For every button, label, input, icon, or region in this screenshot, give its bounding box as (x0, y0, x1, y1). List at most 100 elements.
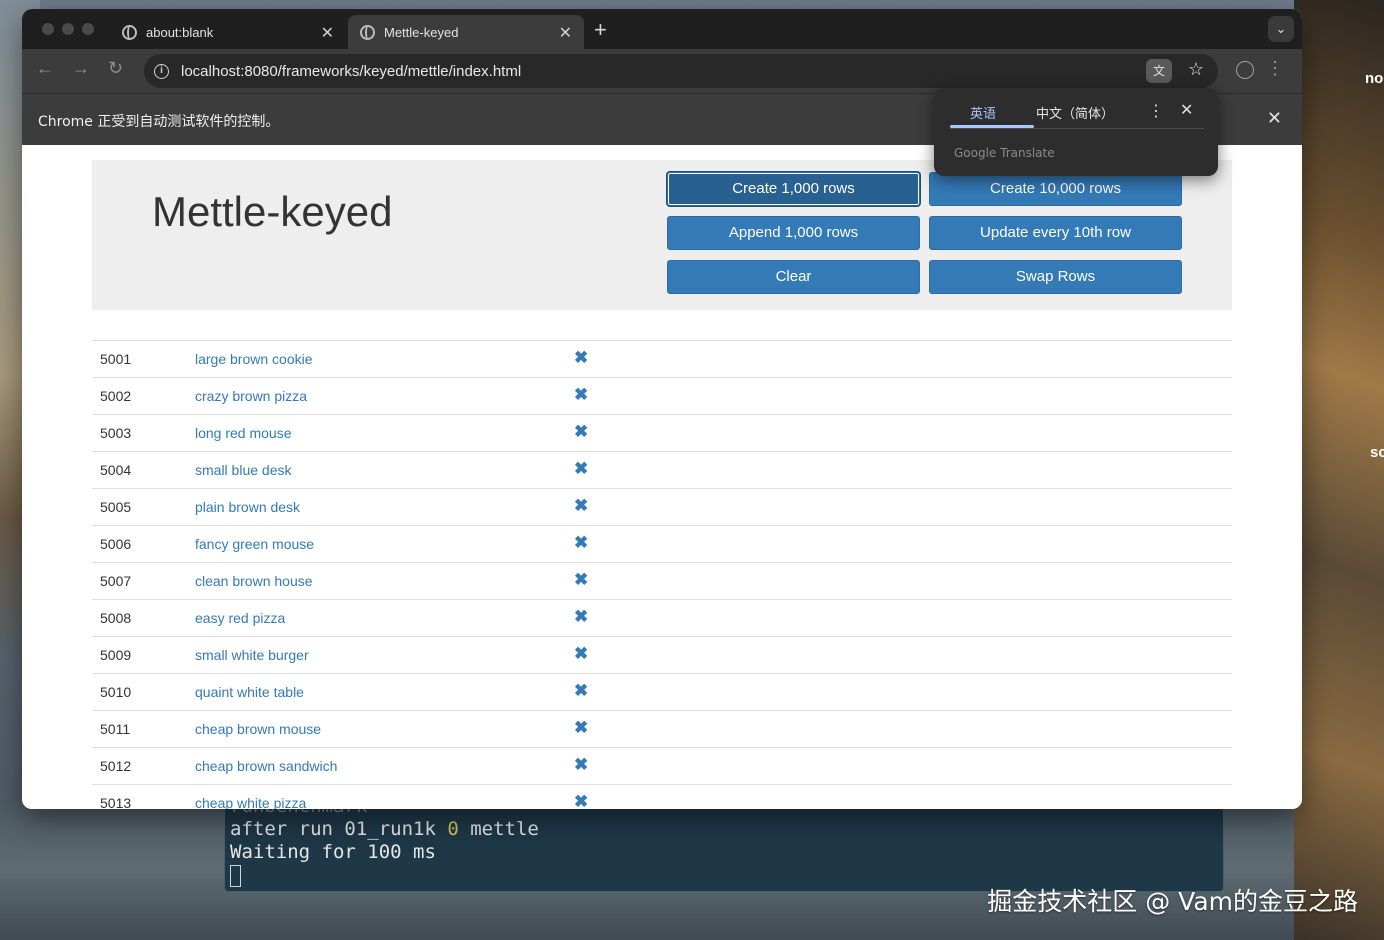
row-label-link[interactable]: cheap brown sandwich (195, 758, 337, 774)
star-icon[interactable]: ☆ (1188, 59, 1204, 80)
row-id: 5005 (100, 499, 132, 515)
row-label-link[interactable]: fancy green mouse (195, 536, 314, 552)
table-row: 5013 cheap white pizza ✖ (92, 784, 1232, 809)
row-label-link[interactable]: cheap white pizza (195, 795, 306, 809)
profile-icon[interactable] (1236, 61, 1254, 79)
row-label-link[interactable]: plain brown desk (195, 499, 300, 515)
close-icon[interactable]: ✕ (559, 23, 572, 43)
create-10000-rows-button[interactable]: Create 10,000 rows (929, 172, 1182, 206)
row-label-link[interactable]: small blue desk (195, 462, 292, 478)
jumbotron: Mettle-keyed Create 1,000 rows Create 10… (92, 160, 1232, 310)
terminal-line: after run 01_run1k 0 mettle (230, 818, 1223, 841)
remove-icon[interactable]: ✖ (574, 348, 588, 368)
globe-icon (122, 24, 137, 40)
google-translate-brand: Google Translate (954, 146, 1055, 160)
window-zoom-dot[interactable] (82, 23, 94, 35)
remove-icon[interactable]: ✖ (574, 644, 588, 664)
forward-arrow-icon[interactable]: → (72, 58, 90, 79)
row-label-link[interactable]: crazy brown pizza (195, 388, 307, 404)
globe-icon (360, 24, 375, 40)
data-table: 5001 large brown cookie ✖ 5002 crazy brown … (92, 340, 1232, 809)
table-row: 5012 cheap brown sandwich ✖ (92, 747, 1232, 784)
remove-icon[interactable]: ✖ (574, 755, 588, 775)
row-label-link[interactable]: clean brown house (195, 573, 313, 589)
terminal-text: mettle (458, 818, 539, 840)
remove-icon[interactable]: ✖ (574, 459, 588, 479)
table-row: 5003 long red mouse ✖ (92, 414, 1232, 451)
close-icon[interactable]: ✕ (321, 23, 334, 43)
target-language-tab[interactable]: 中文（简体） (1036, 103, 1114, 122)
row-label-link[interactable]: small white burger (195, 647, 309, 663)
row-id: 5010 (100, 684, 132, 700)
row-label-link[interactable]: easy red pizza (195, 610, 285, 626)
remove-icon[interactable]: ✖ (574, 718, 588, 738)
tab-about-blank[interactable]: about:blank ✕ (110, 15, 346, 49)
remove-icon[interactable]: ✖ (574, 533, 588, 553)
translate-popup: 英语 中文（简体） ⋮ ✕ Google Translate (934, 88, 1218, 176)
append-1000-rows-button[interactable]: Append 1,000 rows (667, 216, 920, 250)
row-label-link[interactable]: long red mouse (195, 425, 292, 441)
new-tab-plus-icon[interactable]: + (594, 17, 607, 43)
row-id: 5003 (100, 425, 132, 441)
row-id: 5008 (100, 610, 132, 626)
row-id: 5012 (100, 758, 132, 774)
row-id: 5011 (100, 721, 131, 737)
swap-rows-button[interactable]: Swap Rows (929, 260, 1182, 294)
close-icon[interactable]: ✕ (1180, 100, 1193, 119)
window-close-dot[interactable] (42, 23, 54, 35)
remove-icon[interactable]: ✖ (574, 422, 588, 442)
desktop-edge-text: no (1365, 70, 1384, 87)
terminal-number: 0 (447, 818, 459, 840)
address-bar[interactable]: i localhost:8080/frameworks/keyed/mettle… (144, 54, 1218, 88)
chevron-down-icon[interactable]: ⌄ (1268, 16, 1294, 42)
create-1000-rows-button[interactable]: Create 1,000 rows (667, 172, 920, 206)
table-row: 5010 quaint white table ✖ (92, 673, 1232, 710)
tab-title: about:blank (146, 24, 214, 40)
tab-strip: about:blank ✕ Mettle-keyed ✕ + ⌄ (22, 9, 1302, 49)
selected-tab-indicator (950, 125, 1034, 128)
table-row: 5001 large brown cookie ✖ (92, 340, 1232, 377)
remove-icon[interactable]: ✖ (574, 385, 588, 405)
table-row: 5005 plain brown desk ✖ (92, 488, 1232, 525)
source-language-tab[interactable]: 英语 (970, 103, 996, 122)
remove-icon[interactable]: ✖ (574, 681, 588, 701)
row-id: 5009 (100, 647, 132, 663)
terminal-line: Waiting for 100 ms (230, 841, 436, 863)
page-title: Mettle-keyed (152, 188, 393, 235)
row-label-link[interactable]: quaint white table (195, 684, 304, 700)
desktop-wallpaper-right (1294, 0, 1384, 940)
remove-icon[interactable]: ✖ (574, 607, 588, 627)
row-id: 5001 (100, 351, 132, 367)
row-id: 5007 (100, 573, 132, 589)
table-row: 5008 easy red pizza ✖ (92, 599, 1232, 636)
terminal-window[interactable]: runbenchmark after run 01_run1k 0 mettle… (224, 800, 1224, 892)
infobar-message: Chrome 正受到自动测试软件的控制。 (38, 114, 280, 130)
kebab-menu-icon[interactable]: ⋮ (1148, 101, 1164, 120)
tab-divider (950, 128, 1204, 129)
table-row: 5007 clean brown house ✖ (92, 562, 1232, 599)
table-row: 5011 cheap brown mouse ✖ (92, 710, 1232, 747)
translate-icon[interactable]: 文 (1146, 59, 1172, 83)
terminal-cursor (230, 864, 241, 887)
update-every-10th-row-button[interactable]: Update every 10th row (929, 216, 1182, 250)
window-minimize-dot[interactable] (62, 23, 74, 35)
tab-mettle-keyed[interactable]: Mettle-keyed ✕ (348, 15, 584, 49)
kebab-menu-icon[interactable]: ⋮ (1266, 58, 1284, 79)
remove-icon[interactable]: ✖ (574, 792, 588, 809)
back-arrow-icon[interactable]: ← (36, 58, 54, 79)
watermark: 掘金技术社区 @ Vam的金豆之路 (987, 887, 1358, 916)
clear-button[interactable]: Clear (667, 260, 920, 294)
reload-icon[interactable]: ↻ (108, 58, 123, 79)
row-id: 5006 (100, 536, 132, 552)
remove-icon[interactable]: ✖ (574, 570, 588, 590)
url-text[interactable]: localhost:8080/frameworks/keyed/mettle/i… (181, 63, 521, 80)
remove-icon[interactable]: ✖ (574, 496, 588, 516)
row-label-link[interactable]: cheap brown mouse (195, 721, 321, 737)
close-icon[interactable]: ✕ (1267, 108, 1282, 129)
table-row: 5002 crazy brown pizza ✖ (92, 377, 1232, 414)
row-label-link[interactable]: large brown cookie (195, 351, 313, 367)
browser-toolbar: ← → ↻ i localhost:8080/frameworks/keyed/… (22, 49, 1302, 93)
table-row: 5004 small blue desk ✖ (92, 451, 1232, 488)
info-icon[interactable]: i (154, 63, 169, 79)
terminal-text: after run 01_run1k (230, 818, 448, 840)
